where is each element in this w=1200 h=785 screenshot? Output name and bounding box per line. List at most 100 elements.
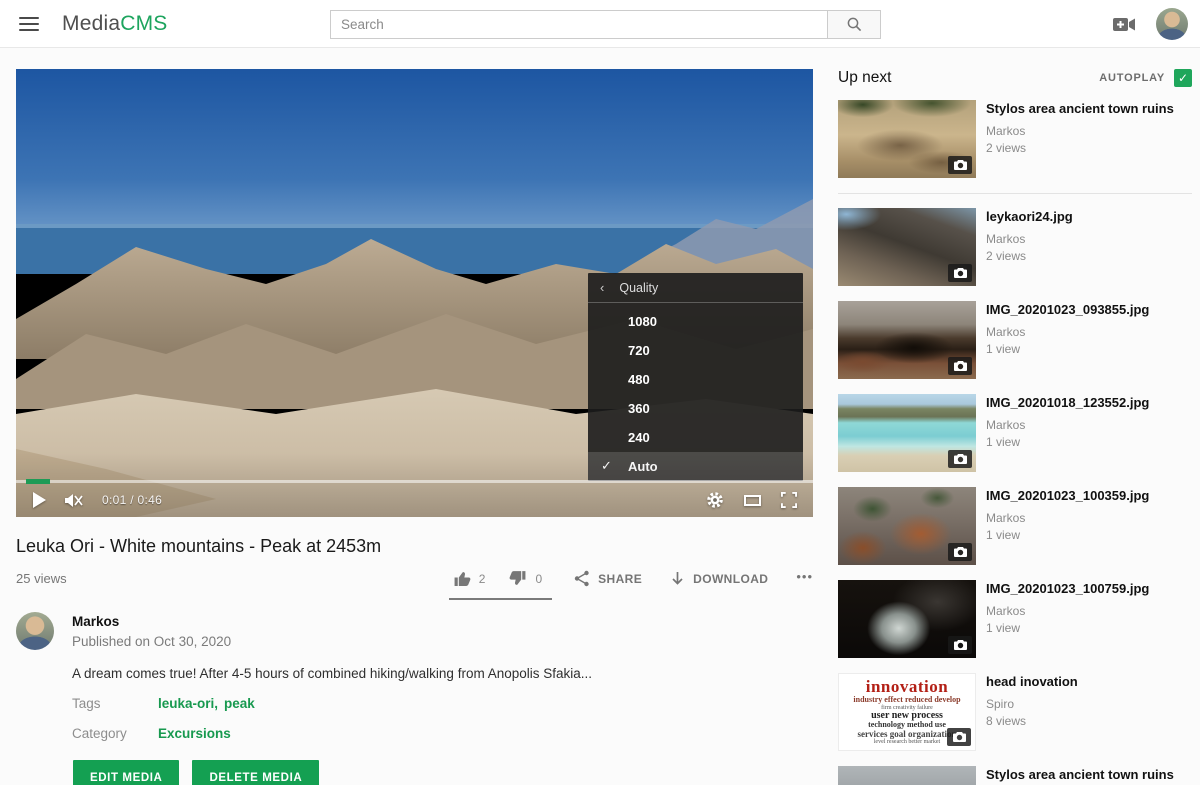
upnext-item[interactable]: IMG_20201023_093855.jpg Markos 1 view (838, 301, 1192, 379)
settings-gear-icon[interactable] (706, 491, 724, 509)
edit-media-button[interactable]: EDIT MEDIA (73, 760, 179, 785)
quality-menu-back[interactable]: ‹ Quality (588, 273, 803, 303)
tag-list: leuka-ori,peak (158, 696, 255, 711)
upnext-list: Stylos area ancient town ruins Markos 2 … (838, 100, 1192, 785)
search-button[interactable] (827, 10, 881, 39)
upnext-item[interactable]: IMG_20201023_100359.jpg Markos 1 view (838, 487, 1192, 565)
camera-icon (948, 450, 972, 468)
quality-menu-title: Quality (619, 281, 658, 295)
upnext-item-views: 8 views (986, 714, 1078, 728)
like-button[interactable]: 2 (453, 570, 486, 587)
camera-icon (948, 543, 972, 561)
search-input[interactable] (330, 10, 827, 39)
user-avatar[interactable] (1156, 8, 1188, 40)
dislike-count: 0 (535, 572, 542, 586)
upnext-item-title: IMG_20201023_100359.jpg (986, 488, 1149, 504)
upnext-item[interactable]: innovationindustry effect reduced develo… (838, 673, 1192, 751)
logo-media-text: Media (62, 12, 120, 35)
play-button[interactable] (32, 492, 46, 508)
video-title: Leuka Ori - White mountains - Peak at 24… (16, 536, 813, 557)
menu-button[interactable] (19, 17, 39, 31)
tag-link[interactable]: leuka-ori (158, 696, 214, 711)
tag-link[interactable]: peak (224, 696, 255, 711)
camera-icon (948, 357, 972, 375)
download-icon (670, 571, 685, 587)
share-icon (574, 570, 590, 587)
thumb-up-icon (453, 570, 471, 587)
delete-media-button[interactable]: DELETE MEDIA (192, 760, 319, 785)
logo[interactable]: MediaCMS (62, 12, 167, 36)
upnext-item-author: Markos (986, 604, 1149, 618)
camera-icon (948, 264, 972, 282)
media-thumbnail (838, 487, 976, 565)
download-button[interactable]: DOWNLOAD (670, 571, 768, 587)
category-link[interactable]: Excursions (158, 726, 231, 741)
upnext-item-views: 2 views (986, 141, 1174, 155)
fullscreen-icon[interactable] (781, 492, 797, 508)
upnext-item-views: 1 view (986, 528, 1149, 542)
upnext-item-views: 1 view (986, 342, 1149, 356)
media-thumbnail (838, 766, 976, 785)
upnext-item-views: 1 view (986, 621, 1149, 635)
camera-icon (948, 156, 972, 174)
upnext-item-author: Markos (986, 325, 1149, 339)
upnext-item[interactable]: Stylos area ancient town ruins Markos (838, 766, 1192, 785)
quality-menu: ‹ Quality 1080720480360240✓Auto (588, 273, 803, 481)
up-next-title: Up next (838, 69, 891, 87)
rating-group: 2 0 (453, 570, 546, 587)
autoplay-label: AUTOPLAY (1099, 72, 1165, 84)
share-label: SHARE (598, 572, 642, 586)
upnext-item-views: 1 view (986, 435, 1149, 449)
search-bar (330, 10, 881, 39)
mute-icon[interactable] (64, 492, 84, 509)
logo-cms-text: CMS (120, 12, 167, 35)
app-header: MediaCMS (0, 0, 1200, 48)
like-count: 2 (479, 572, 486, 586)
quality-option[interactable]: 360 (588, 394, 803, 423)
mediacms-app: MediaCMS (0, 0, 1200, 785)
up-next-sidebar: Up next AUTOPLAY ✓ Stylos area ancient t… (838, 69, 1192, 785)
quality-option[interactable]: 1080 (588, 307, 803, 336)
upnext-item-views: 2 views (986, 249, 1073, 263)
tags-label: Tags (72, 696, 158, 711)
upnext-item-author: Markos (986, 232, 1073, 246)
upnext-item-title: Stylos area ancient town ruins (986, 101, 1174, 117)
camera-icon (948, 636, 972, 654)
author-avatar[interactable] (16, 612, 54, 650)
upnext-item-title: Stylos area ancient town ruins (986, 767, 1174, 783)
upnext-item[interactable]: IMG_20201023_100759.jpg Markos 1 view (838, 580, 1192, 658)
video-description: A dream comes true! After 4-5 hours of c… (72, 666, 813, 681)
upnext-item-author: Markos (986, 418, 1149, 432)
thumb-down-icon (509, 570, 527, 587)
upnext-item[interactable]: leykaori24.jpg Markos 2 views (838, 208, 1192, 286)
quality-option[interactable]: 240 (588, 423, 803, 452)
dislike-button[interactable]: 0 (509, 570, 542, 587)
theater-mode-icon[interactable] (744, 495, 761, 506)
upnext-item[interactable]: IMG_20201018_123552.jpg Markos 1 view (838, 394, 1192, 472)
upnext-item-title: IMG_20201023_093855.jpg (986, 302, 1149, 318)
download-label: DOWNLOAD (693, 572, 768, 586)
camera-icon (947, 728, 971, 746)
divider (838, 193, 1192, 194)
media-thumbnail (838, 301, 976, 379)
video-player[interactable]: ‹ Quality 1080720480360240✓Auto (16, 69, 813, 517)
upnext-item-title: leykaori24.jpg (986, 209, 1073, 225)
upnext-item-author: Spiro (986, 697, 1078, 711)
upnext-item[interactable]: Stylos area ancient town ruins Markos 2 … (838, 100, 1192, 178)
chevron-left-icon: ‹ (600, 280, 604, 295)
upnext-item-title: IMG_20201018_123552.jpg (986, 395, 1149, 411)
autoplay-checkbox[interactable]: ✓ (1174, 69, 1192, 87)
quality-option[interactable]: 480 (588, 365, 803, 394)
quality-option[interactable]: 720 (588, 336, 803, 365)
search-icon (846, 16, 863, 33)
time-display: 0:01 / 0:46 (102, 493, 162, 507)
upload-media-icon[interactable] (1113, 17, 1136, 32)
upnext-item-author: Markos (986, 124, 1174, 138)
more-options-button[interactable]: ••• (796, 569, 813, 588)
media-thumbnail (838, 580, 976, 658)
author-name[interactable]: Markos (72, 614, 231, 629)
check-icon: ✓ (1178, 71, 1188, 85)
share-button[interactable]: SHARE (574, 570, 642, 587)
media-thumbnail (838, 100, 976, 178)
media-thumbnail (838, 208, 976, 286)
